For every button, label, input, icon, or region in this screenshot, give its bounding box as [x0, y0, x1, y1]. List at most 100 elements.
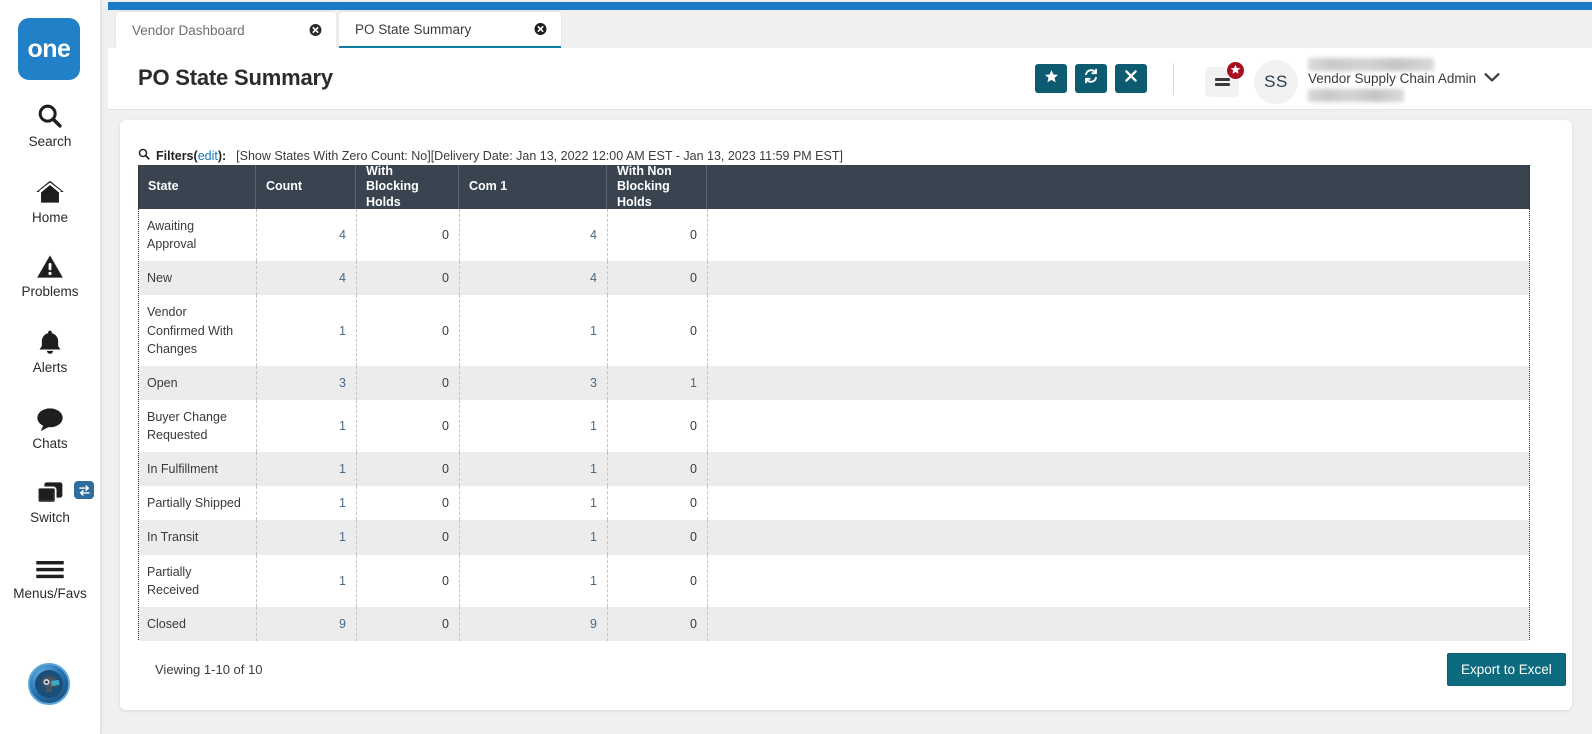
table-row[interactable]: In Fulfillment1010 — [139, 452, 1529, 486]
export-to-excel-button[interactable]: Export to Excel — [1447, 653, 1566, 686]
filters-edit-link[interactable]: edit — [198, 149, 218, 163]
table-cell: 0 — [608, 555, 708, 607]
chevron-down-icon — [1484, 70, 1500, 88]
sidebar-item-label: Home — [32, 210, 68, 225]
table-row[interactable]: New4040 — [139, 261, 1529, 295]
table-row[interactable]: Buyer Change Requested1010 — [139, 400, 1529, 452]
tab-label: Vendor Dashboard — [116, 23, 245, 38]
table-cell-link[interactable]: 1 — [460, 555, 608, 607]
record-count-label: Viewing 1-10 of 10 — [155, 662, 262, 677]
sidebar-item-alerts[interactable]: Alerts — [0, 322, 100, 375]
table-cell-link[interactable]: 1 — [460, 452, 608, 486]
table-cell: 0 — [608, 400, 708, 452]
sidebar-item-home[interactable]: Home — [0, 172, 100, 225]
user-name-redacted — [1308, 58, 1434, 71]
close-button[interactable] — [1115, 64, 1147, 93]
home-icon — [35, 172, 65, 206]
table-cell: 0 — [357, 366, 460, 400]
content-card: Filters ( edit ): [Show States With Zero… — [120, 120, 1572, 710]
sidebar-item-label: Search — [29, 134, 72, 149]
refresh-button[interactable] — [1075, 64, 1107, 93]
filters-values: [Show States With Zero Count: No][Delive… — [236, 149, 843, 163]
table-body-container: Awaiting Approval4040New4040Vendor Confi… — [138, 165, 1530, 640]
table-cell-link[interactable]: 1 — [460, 400, 608, 452]
table-cell-link[interactable]: 1 — [460, 295, 608, 365]
table-cell-link[interactable]: 1 — [257, 400, 357, 452]
table-cell: 0 — [357, 295, 460, 365]
table-cell-link[interactable]: 1 — [257, 295, 357, 365]
table-row[interactable]: Awaiting Approval4040 — [139, 209, 1529, 261]
table-cell-link[interactable]: 4 — [460, 261, 608, 295]
header-divider — [1173, 63, 1174, 95]
hamburger-icon — [1215, 77, 1230, 88]
table-cell: Vendor Confirmed With Changes — [139, 295, 257, 365]
page-header: PO State Summary — [108, 48, 1592, 110]
table-cell: 0 — [357, 607, 460, 641]
table-cell-link[interactable]: 1 — [257, 555, 357, 607]
table-cell: Open — [139, 366, 257, 400]
left-sidebar: one Search Home Problems Alerts — [0, 0, 100, 734]
application-window: one Search Home Problems Alerts — [0, 0, 1592, 734]
table-row[interactable]: Vendor Confirmed With Changes1010 — [139, 295, 1529, 365]
table-row[interactable]: Closed9090 — [139, 607, 1529, 641]
table-cell: Closed — [139, 607, 257, 641]
close-icon[interactable] — [309, 24, 322, 37]
table-cell-link[interactable]: 4 — [257, 209, 357, 261]
table-cell: 0 — [608, 209, 708, 261]
close-icon[interactable] — [534, 23, 547, 36]
filters-bar: Filters ( edit ): [Show States With Zero… — [138, 147, 843, 165]
table-cell: 0 — [608, 295, 708, 365]
logo-text: one — [28, 35, 71, 64]
user-menu-toggle[interactable] — [1476, 65, 1508, 93]
search-icon — [36, 96, 64, 130]
table-cell: Partially Received — [139, 555, 257, 607]
table-cell: 0 — [357, 486, 460, 520]
assistant-avatar-icon[interactable] — [28, 663, 70, 705]
sidebar-item-label: Problems — [21, 284, 78, 299]
tab-po-state-summary[interactable]: PO State Summary — [339, 12, 561, 48]
table-cell-link[interactable]: 1 — [257, 486, 357, 520]
table-cell: In Fulfillment — [139, 452, 257, 486]
table-cell-link[interactable]: 9 — [460, 607, 608, 641]
search-icon — [138, 147, 150, 165]
table-cell: 0 — [608, 607, 708, 641]
table-cell: 0 — [357, 400, 460, 452]
bell-icon — [36, 322, 64, 356]
table-cell: 0 — [608, 261, 708, 295]
table-row[interactable]: Partially Received1010 — [139, 555, 1529, 607]
table-row[interactable]: In Transit1010 — [139, 520, 1529, 554]
close-x-icon — [1124, 69, 1138, 88]
sidebar-item-search[interactable]: Search — [0, 96, 100, 149]
tab-vendor-dashboard[interactable]: Vendor Dashboard — [116, 12, 336, 48]
sidebar-item-label: Switch — [30, 510, 70, 525]
table-cell-link[interactable]: 4 — [460, 209, 608, 261]
table-cell: 0 — [608, 486, 708, 520]
sidebar-item-chats[interactable]: Chats — [0, 398, 100, 451]
table-cell: Awaiting Approval — [139, 209, 257, 261]
table-row[interactable]: Partially Shipped1010 — [139, 486, 1529, 520]
table-cell-link[interactable]: 3 — [257, 366, 357, 400]
user-org-redacted — [1308, 89, 1404, 102]
table-cell: 0 — [608, 452, 708, 486]
swap-arrows-icon[interactable] — [74, 481, 94, 499]
refresh-icon — [1083, 68, 1099, 89]
avatar[interactable]: SS — [1254, 60, 1298, 104]
table-cell-link[interactable]: 1 — [608, 366, 708, 400]
table-cell-link[interactable]: 4 — [257, 261, 357, 295]
favorites-badge[interactable] — [1226, 61, 1245, 80]
table-cell-link[interactable]: 3 — [460, 366, 608, 400]
table-cell: Partially Shipped — [139, 486, 257, 520]
table-row[interactable]: Open3031 — [139, 366, 1529, 400]
table-cell-link[interactable]: 1 — [460, 520, 608, 554]
one-network-logo[interactable]: one — [18, 18, 80, 80]
table-cell: New — [139, 261, 257, 295]
favorite-button[interactable] — [1035, 64, 1067, 93]
table-cell-link[interactable]: 1 — [257, 520, 357, 554]
table-cell-link[interactable]: 1 — [460, 486, 608, 520]
table-cell-link[interactable]: 9 — [257, 607, 357, 641]
sidebar-item-menus-favs[interactable]: Menus/Favs — [0, 548, 100, 601]
table-cell-link[interactable]: 1 — [257, 452, 357, 486]
warning-triangle-icon — [36, 246, 64, 280]
sidebar-item-problems[interactable]: Problems — [0, 246, 100, 299]
page-title: PO State Summary — [138, 65, 333, 91]
